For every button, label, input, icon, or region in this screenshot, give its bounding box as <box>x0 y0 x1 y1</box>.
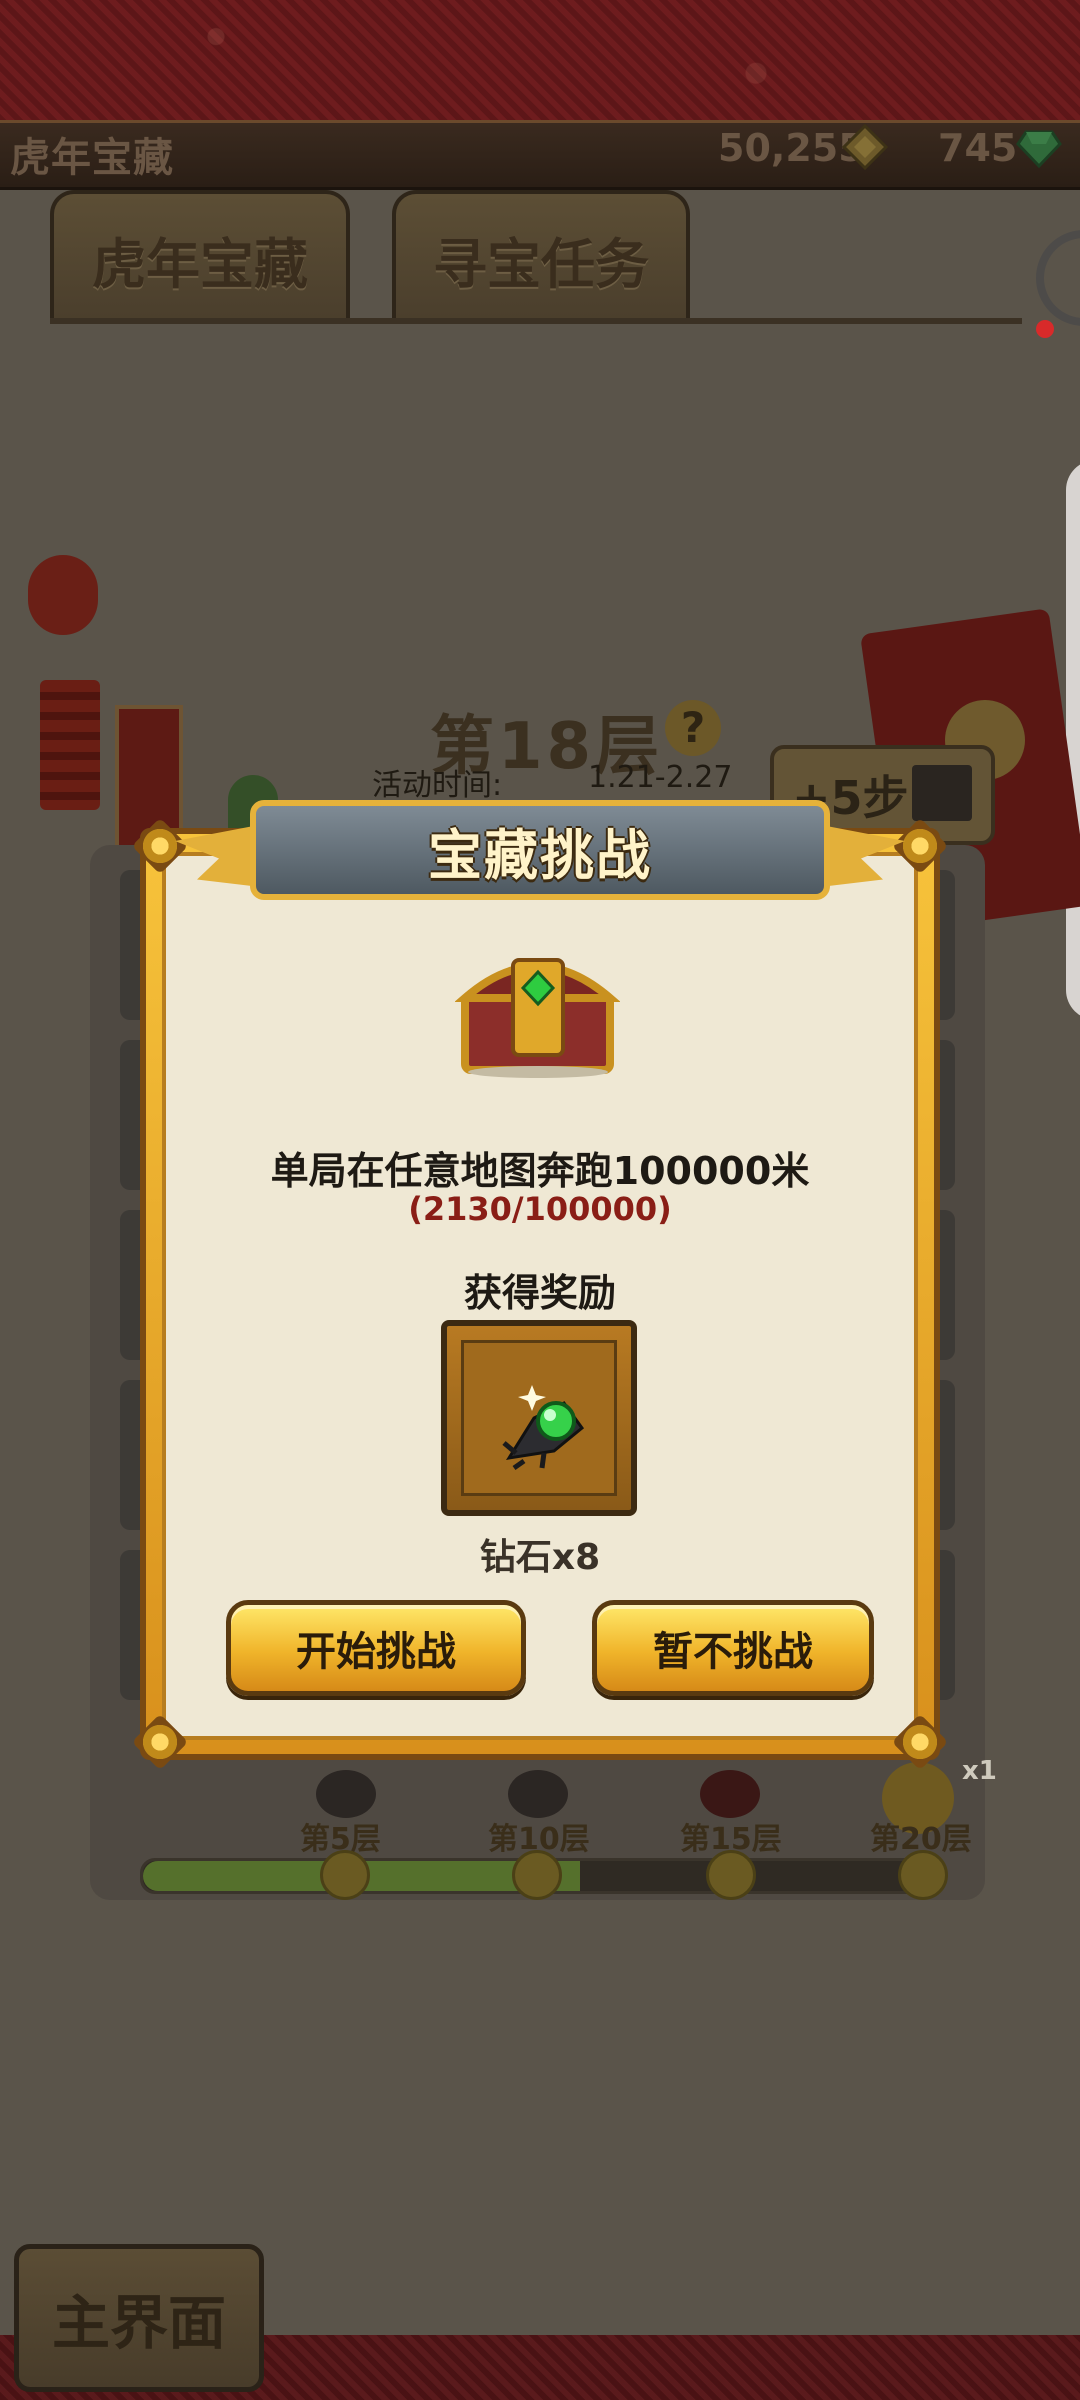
start-challenge-label: 开始挑战 <box>296 1629 456 1675</box>
tab-label: 寻宝任务 <box>433 232 649 296</box>
tab-tiger-treasure[interactable]: 虎年宝藏 <box>50 190 350 324</box>
milestone-reward-icon[interactable] <box>508 1770 568 1818</box>
treasure-chest-icon <box>455 958 620 1078</box>
challenge-progress: (2130/100000) <box>408 1190 672 1228</box>
main-menu-button[interactable]: 主界面 <box>14 2244 264 2392</box>
dialog-title: 宝藏挑战 <box>428 823 652 887</box>
event-time-label: 活动时间: <box>372 768 503 803</box>
challenge-description: 单局在任意地图奔跑100000米 <box>270 1149 810 1193</box>
firecracker-icon <box>40 680 100 810</box>
milestone-reward-icon[interactable] <box>316 1770 376 1818</box>
progress-node <box>320 1850 370 1900</box>
progress-node <box>512 1850 562 1900</box>
reward-count: x1 <box>962 1756 997 1786</box>
help-icon[interactable]: ? <box>665 700 721 756</box>
decline-challenge-label: 暂不挑战 <box>653 1629 813 1675</box>
gold-diamond-icon <box>842 124 888 170</box>
progress-node <box>898 1850 948 1900</box>
diamond-gauntlet-icon <box>502 1385 585 1471</box>
floating-ring-icon[interactable] <box>1036 230 1080 326</box>
progress-node <box>706 1850 756 1900</box>
page-title: 虎年宝藏 <box>10 135 174 181</box>
main-menu-label: 主界面 <box>51 2289 226 2357</box>
top-texture-band <box>0 0 1080 122</box>
milestone-reward-icon[interactable] <box>700 1770 760 1818</box>
gem-count: 745 <box>938 126 1018 170</box>
lantern-icon <box>28 555 98 635</box>
reward-item-inner <box>461 1340 617 1496</box>
reward-item-slot[interactable] <box>441 1320 637 1516</box>
decline-challenge-button[interactable]: 暂不挑战 <box>592 1600 874 1696</box>
event-time-value: 1.21-2.27 <box>588 760 733 795</box>
start-challenge-button[interactable]: 开始挑战 <box>226 1600 526 1696</box>
edge-panel-handle[interactable] <box>1066 460 1080 1020</box>
tab-label: 虎年宝藏 <box>92 232 308 296</box>
dialog-title-banner: 宝藏挑战 <box>250 800 830 900</box>
notification-dot <box>1036 320 1054 338</box>
reward-heading: 获得奖励 <box>463 1271 616 1315</box>
video-clapper-icon <box>912 765 972 821</box>
tab-treasure-tasks[interactable]: 寻宝任务 <box>392 190 690 324</box>
tab-divider <box>50 318 1022 324</box>
reward-item-name: 钻石x8 <box>479 1537 601 1578</box>
green-gem-icon <box>1016 130 1062 169</box>
